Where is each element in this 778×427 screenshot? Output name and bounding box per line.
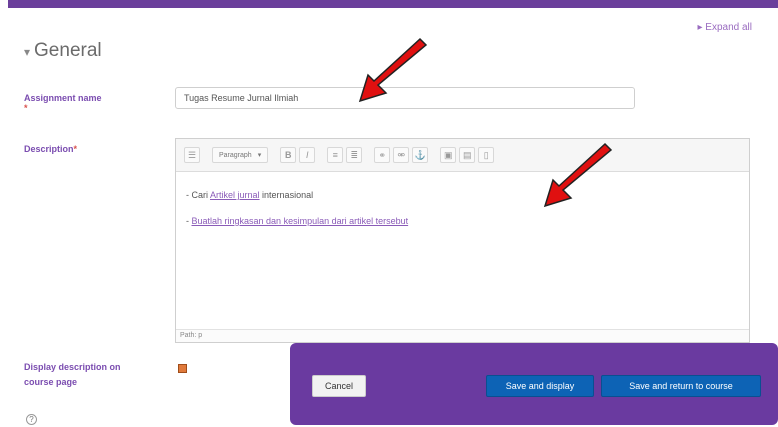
save-and-display-button[interactable]: Save and display	[486, 375, 594, 397]
section-title-general[interactable]: ▾ General	[24, 40, 102, 62]
toolbar-toggle-icon[interactable]: ☰	[184, 147, 200, 163]
editor-line-2: - Buatlah ringkasan dan kesimpulan dari …	[186, 216, 409, 226]
annotation-arrow-icon	[543, 142, 613, 208]
display-description-label: Display description on course page	[24, 362, 121, 387]
unlink-icon[interactable]: ⚮	[393, 147, 410, 163]
editor-content[interactable]: - Cari Artikel jurnal internasional - Bu…	[176, 172, 749, 244]
image-icon[interactable]: ▣	[440, 147, 457, 163]
required-icon: *	[24, 103, 28, 113]
sticky-action-bar: Cancel Save and display Save and return …	[290, 343, 778, 425]
collapse-caret-icon: ▾	[24, 45, 31, 59]
paragraph-format-select[interactable]: Paragraph ▾	[212, 147, 269, 163]
anchor-icon[interactable]: ⚓	[412, 147, 429, 163]
description-label: Description*	[24, 144, 78, 154]
numbered-list-icon[interactable]: ≣	[346, 147, 363, 163]
editor-toolbar: ☰ Paragraph ▾ B I ≡ ≣ ⚭ ⚮ ⚓ ▣ ▤ ▯	[176, 139, 749, 172]
bullet-list-icon[interactable]: ≡	[327, 147, 344, 163]
bold-button[interactable]: B	[280, 147, 297, 163]
top-accent-bar	[8, 0, 778, 8]
description-editor[interactable]: ☰ Paragraph ▾ B I ≡ ≣ ⚭ ⚮ ⚓ ▣ ▤ ▯ - Cari…	[175, 138, 750, 343]
italic-button[interactable]: I	[299, 147, 316, 163]
display-description-checkbox[interactable]	[178, 364, 187, 373]
media-icon[interactable]: ▤	[459, 147, 476, 163]
editor-path-bar: Path: p	[176, 329, 749, 342]
description-required-icon: *	[73, 144, 78, 154]
save-and-return-button[interactable]: Save and return to course	[601, 375, 761, 397]
expand-all-link[interactable]: ▸ Expand all	[697, 22, 752, 33]
link-icon[interactable]: ⚭	[374, 147, 391, 163]
annotation-arrow-icon	[358, 37, 428, 103]
editor-line-1: - Cari Artikel jurnal internasional	[186, 190, 314, 200]
help-icon[interactable]: ?	[26, 414, 37, 425]
chevron-down-icon: ▾	[257, 152, 262, 159]
cancel-button[interactable]: Cancel	[312, 375, 366, 397]
assignment-name-label: Assignment name *	[24, 93, 102, 113]
file-icon[interactable]: ▯	[478, 147, 495, 163]
